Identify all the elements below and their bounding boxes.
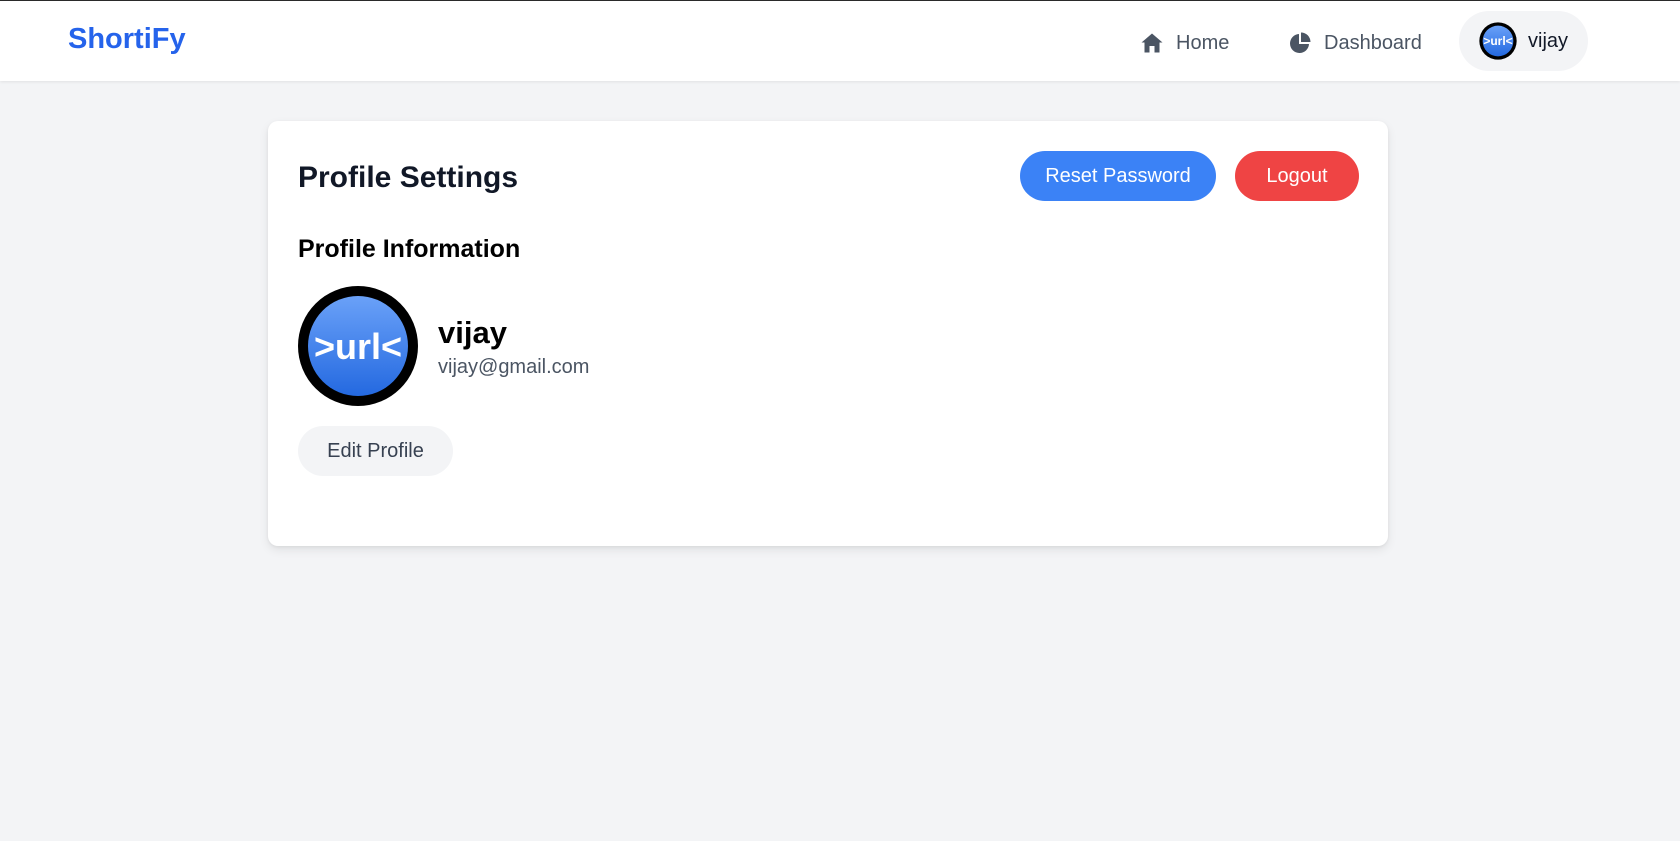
edit-profile-button[interactable]: Edit Profile [298, 426, 453, 476]
logout-button[interactable]: Logout [1235, 151, 1359, 201]
reset-password-button[interactable]: Reset Password [1020, 151, 1216, 201]
nav-dashboard-label: Dashboard [1324, 31, 1422, 54]
nav-home-label: Home [1176, 31, 1230, 54]
profile-email: vijay@gmail.com [438, 356, 590, 378]
section-title: Profile Information [298, 235, 521, 263]
avatar-logo-text: >url< [1483, 34, 1512, 48]
user-name: vijay [1528, 29, 1569, 52]
user-menu-button[interactable]: >url< vijay [1459, 11, 1588, 71]
profile-settings-card: Profile Settings Reset Password Logout P… [268, 121, 1388, 546]
nav-dashboard-link[interactable]: Dashboard [1288, 26, 1422, 60]
home-icon [1141, 33, 1163, 53]
nav-home-link[interactable]: Home [1140, 26, 1229, 60]
brand-logo[interactable]: ShortiFy [68, 23, 186, 56]
pie-chart-icon [1290, 32, 1311, 53]
navbar: ShortiFy Home Dashboard >url< vijay [0, 1, 1680, 81]
profile-name: vijay [438, 315, 507, 350]
avatar-logo-text: >url< [314, 326, 402, 367]
profile-avatar: >url< [298, 286, 418, 406]
user-avatar-small: >url< [1479, 22, 1517, 60]
page-title: Profile Settings [298, 161, 519, 194]
